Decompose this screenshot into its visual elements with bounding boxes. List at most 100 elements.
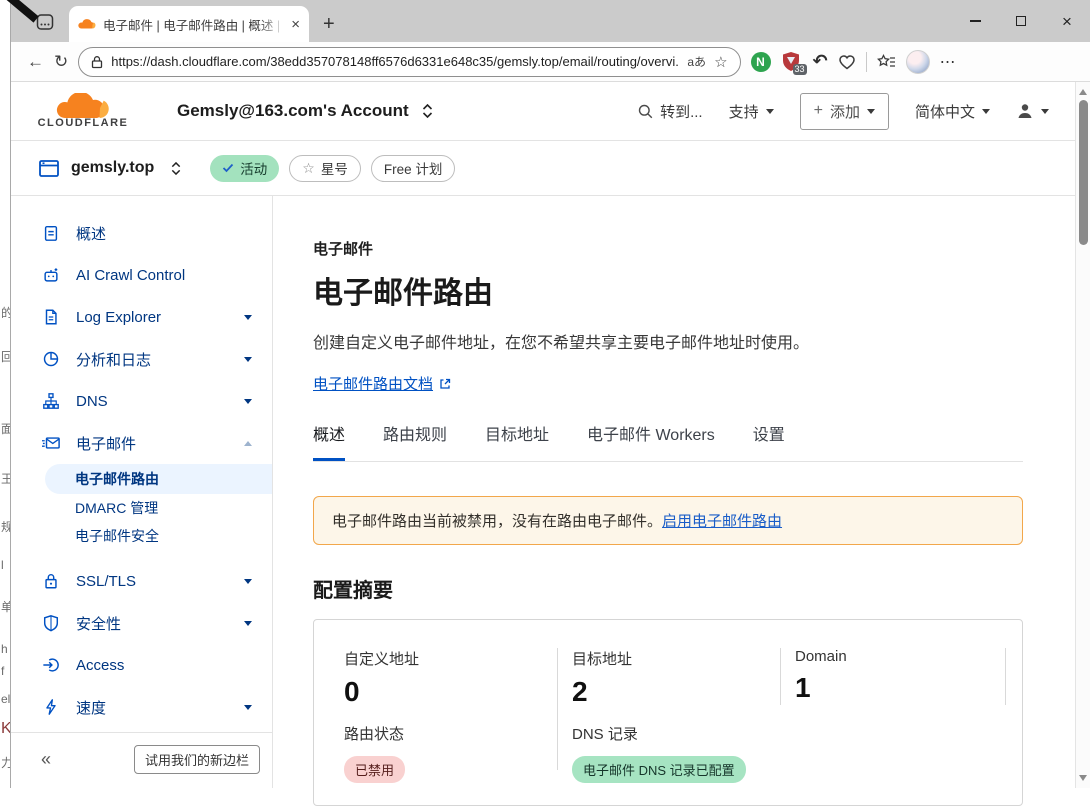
toolbar-divider	[866, 52, 867, 72]
close-button[interactable]: ×	[1044, 0, 1090, 42]
chevron-down-icon	[244, 315, 252, 320]
address-bar[interactable]: https://dash.cloudflare.com/38edd3570781…	[78, 47, 740, 77]
translate-icon[interactable]: aあ	[687, 53, 706, 70]
sidebar-item-overview[interactable]: 概述	[11, 212, 272, 254]
scrollbar-thumb[interactable]	[1079, 100, 1088, 245]
user-menu[interactable]	[1016, 102, 1049, 120]
sidebar-item-analytics[interactable]: 分析和日志	[11, 338, 272, 380]
main-content: 电子邮件 电子邮件路由 创建自定义电子邮件地址，在您不希望共享主要电子邮件地址时…	[273, 196, 1075, 788]
bg-glyph: 回	[1, 348, 10, 365]
sidebar-item-label: Access	[76, 657, 124, 674]
sidebar-item-label: Log Explorer	[76, 309, 161, 326]
bg-glyph: 的	[1, 304, 10, 321]
browser-tab-active[interactable]: 电子邮件 | 电子邮件路由 | 概述 | g ×	[69, 6, 309, 42]
sidebar-item-label: 速度	[76, 697, 106, 718]
domain-switcher-icon[interactable]	[170, 160, 182, 177]
check-icon	[222, 163, 234, 173]
cloudflare-cloud-icon	[54, 93, 112, 119]
page-scrollbar[interactable]	[1075, 82, 1090, 788]
tab-actions-menu-icon[interactable]	[33, 10, 57, 34]
cloudflare-logo[interactable]: CLOUDFLARE	[31, 93, 135, 129]
extension-n-icon[interactable]: N	[751, 52, 771, 72]
tab-close-icon[interactable]: ×	[291, 17, 300, 32]
tab-settings[interactable]: 设置	[753, 421, 785, 461]
back-button[interactable]: ←	[27, 52, 44, 72]
sidebar-item-dns[interactable]: DNS	[11, 380, 272, 422]
browser-essentials-icon[interactable]	[838, 53, 856, 71]
sidebar-subitem-label: DMARC 管理	[75, 498, 158, 518]
maximize-button[interactable]	[998, 0, 1044, 42]
card-divider	[557, 648, 558, 770]
docs-link[interactable]: 电子邮件路由文档	[313, 373, 451, 394]
adblock-shield-icon[interactable]: 33	[781, 51, 803, 73]
undo-extension-icon[interactable]: ↶	[813, 51, 828, 72]
star-icon: ☆	[302, 160, 315, 177]
site-window-icon	[39, 160, 59, 177]
sidebar-footer: « 试用我们的新边栏	[11, 732, 272, 774]
sidebar-item-label: SSL/TLS	[76, 573, 136, 590]
star-badge[interactable]: ☆ 星号	[289, 155, 361, 182]
chevron-down-icon	[244, 621, 252, 626]
stat-domain: Domain 1	[780, 648, 1022, 805]
new-tab-button[interactable]: +	[323, 14, 335, 34]
refresh-button[interactable]: ↻	[54, 52, 68, 72]
goto-label: 转到...	[660, 101, 703, 122]
sidebar-item-ai-crawl-control[interactable]: AI Crawl Control	[11, 254, 272, 296]
stat-custom-addresses: 自定义地址 0 路由状态 已禁用	[314, 648, 557, 805]
add-button[interactable]: + 添加	[800, 93, 889, 130]
minimize-button[interactable]	[952, 0, 998, 42]
profile-avatar[interactable]	[906, 50, 930, 74]
chevron-up-icon	[244, 441, 252, 446]
bg-glyph: el	[1, 692, 10, 706]
plan-badge: Free 计划	[371, 155, 456, 182]
content-tabs: 概述 路由规则 目标地址 电子邮件 Workers 设置	[313, 421, 1023, 462]
sidebar-item-label: DNS	[76, 393, 108, 410]
chevron-down-icon	[244, 399, 252, 404]
sidebar-subitem-dmarc[interactable]: DMARC 管理	[11, 494, 272, 522]
sidebar-item-ssl-tls[interactable]: SSL/TLS	[11, 560, 272, 602]
search-icon	[638, 104, 653, 119]
ai-crawl-icon	[41, 265, 61, 285]
log-explorer-icon	[41, 307, 61, 327]
favorites-icon[interactable]	[877, 53, 896, 71]
language-menu[interactable]: 简体中文	[915, 101, 990, 122]
external-link-icon	[439, 378, 451, 390]
status-badge-label: 活动	[240, 158, 267, 178]
collapse-sidebar-icon[interactable]: «	[41, 749, 51, 770]
cloudflare-header: CLOUDFLARE Gemsly@163.com's Account 转到..…	[11, 82, 1075, 141]
sidebar-item-access[interactable]: Access	[11, 644, 272, 686]
favorite-star-icon[interactable]: ☆	[714, 53, 727, 71]
sidebar-item-log-explorer[interactable]: Log Explorer	[11, 296, 272, 338]
sidebar-subitem-email-security[interactable]: 电子邮件安全	[11, 522, 272, 550]
page-description: 创建自定义电子邮件地址，在您不希望共享主要电子邮件地址时使用。	[313, 329, 1023, 353]
try-new-sidebar-button[interactable]: 试用我们的新边栏	[134, 745, 260, 774]
enable-email-routing-link[interactable]: 启用电子邮件路由	[662, 513, 782, 530]
tab-overview[interactable]: 概述	[313, 421, 345, 461]
scroll-up-icon[interactable]	[1079, 89, 1087, 95]
goto-search[interactable]: 转到...	[638, 101, 703, 122]
shield-icon	[41, 613, 61, 633]
tab-routing-rules[interactable]: 路由规则	[383, 421, 447, 461]
bg-glyph: 规	[1, 518, 10, 535]
close-icon: ×	[1062, 13, 1072, 30]
plan-badge-label: Free 计划	[384, 158, 443, 178]
config-summary-card: 自定义地址 0 路由状态 已禁用 目标地址 2 DNS 记录 电子邮件 DNS …	[313, 619, 1023, 806]
url-text: https://dash.cloudflare.com/38edd3570781…	[111, 54, 679, 69]
sidebar-item-speed[interactable]: 速度	[11, 686, 272, 728]
access-icon	[41, 655, 61, 675]
account-title: Gemsly@163.com's Account	[177, 101, 409, 121]
support-menu[interactable]: 支持	[729, 101, 774, 122]
tab-email-workers[interactable]: 电子邮件 Workers	[587, 421, 715, 461]
sidebar-item-email[interactable]: 电子邮件	[11, 422, 272, 464]
browser-menu-icon[interactable]: ⋯	[940, 52, 957, 72]
account-switcher-icon[interactable]	[421, 102, 434, 120]
sidebar-item-security[interactable]: 安全性	[11, 602, 272, 644]
summary-heading: 配置摘要	[313, 574, 1023, 603]
chevron-down-icon	[244, 357, 252, 362]
domain-name: gemsly.top	[71, 159, 154, 177]
sidebar-subitem-email-routing[interactable]: 电子邮件路由	[45, 464, 272, 494]
dns-configured-badge: 电子邮件 DNS 记录已配置	[572, 756, 746, 783]
scroll-down-icon[interactable]	[1079, 775, 1087, 781]
sidebar: 概述 AI Crawl Control Log Explorer 分析和日志	[11, 196, 273, 788]
tab-destination-addresses[interactable]: 目标地址	[485, 421, 549, 461]
